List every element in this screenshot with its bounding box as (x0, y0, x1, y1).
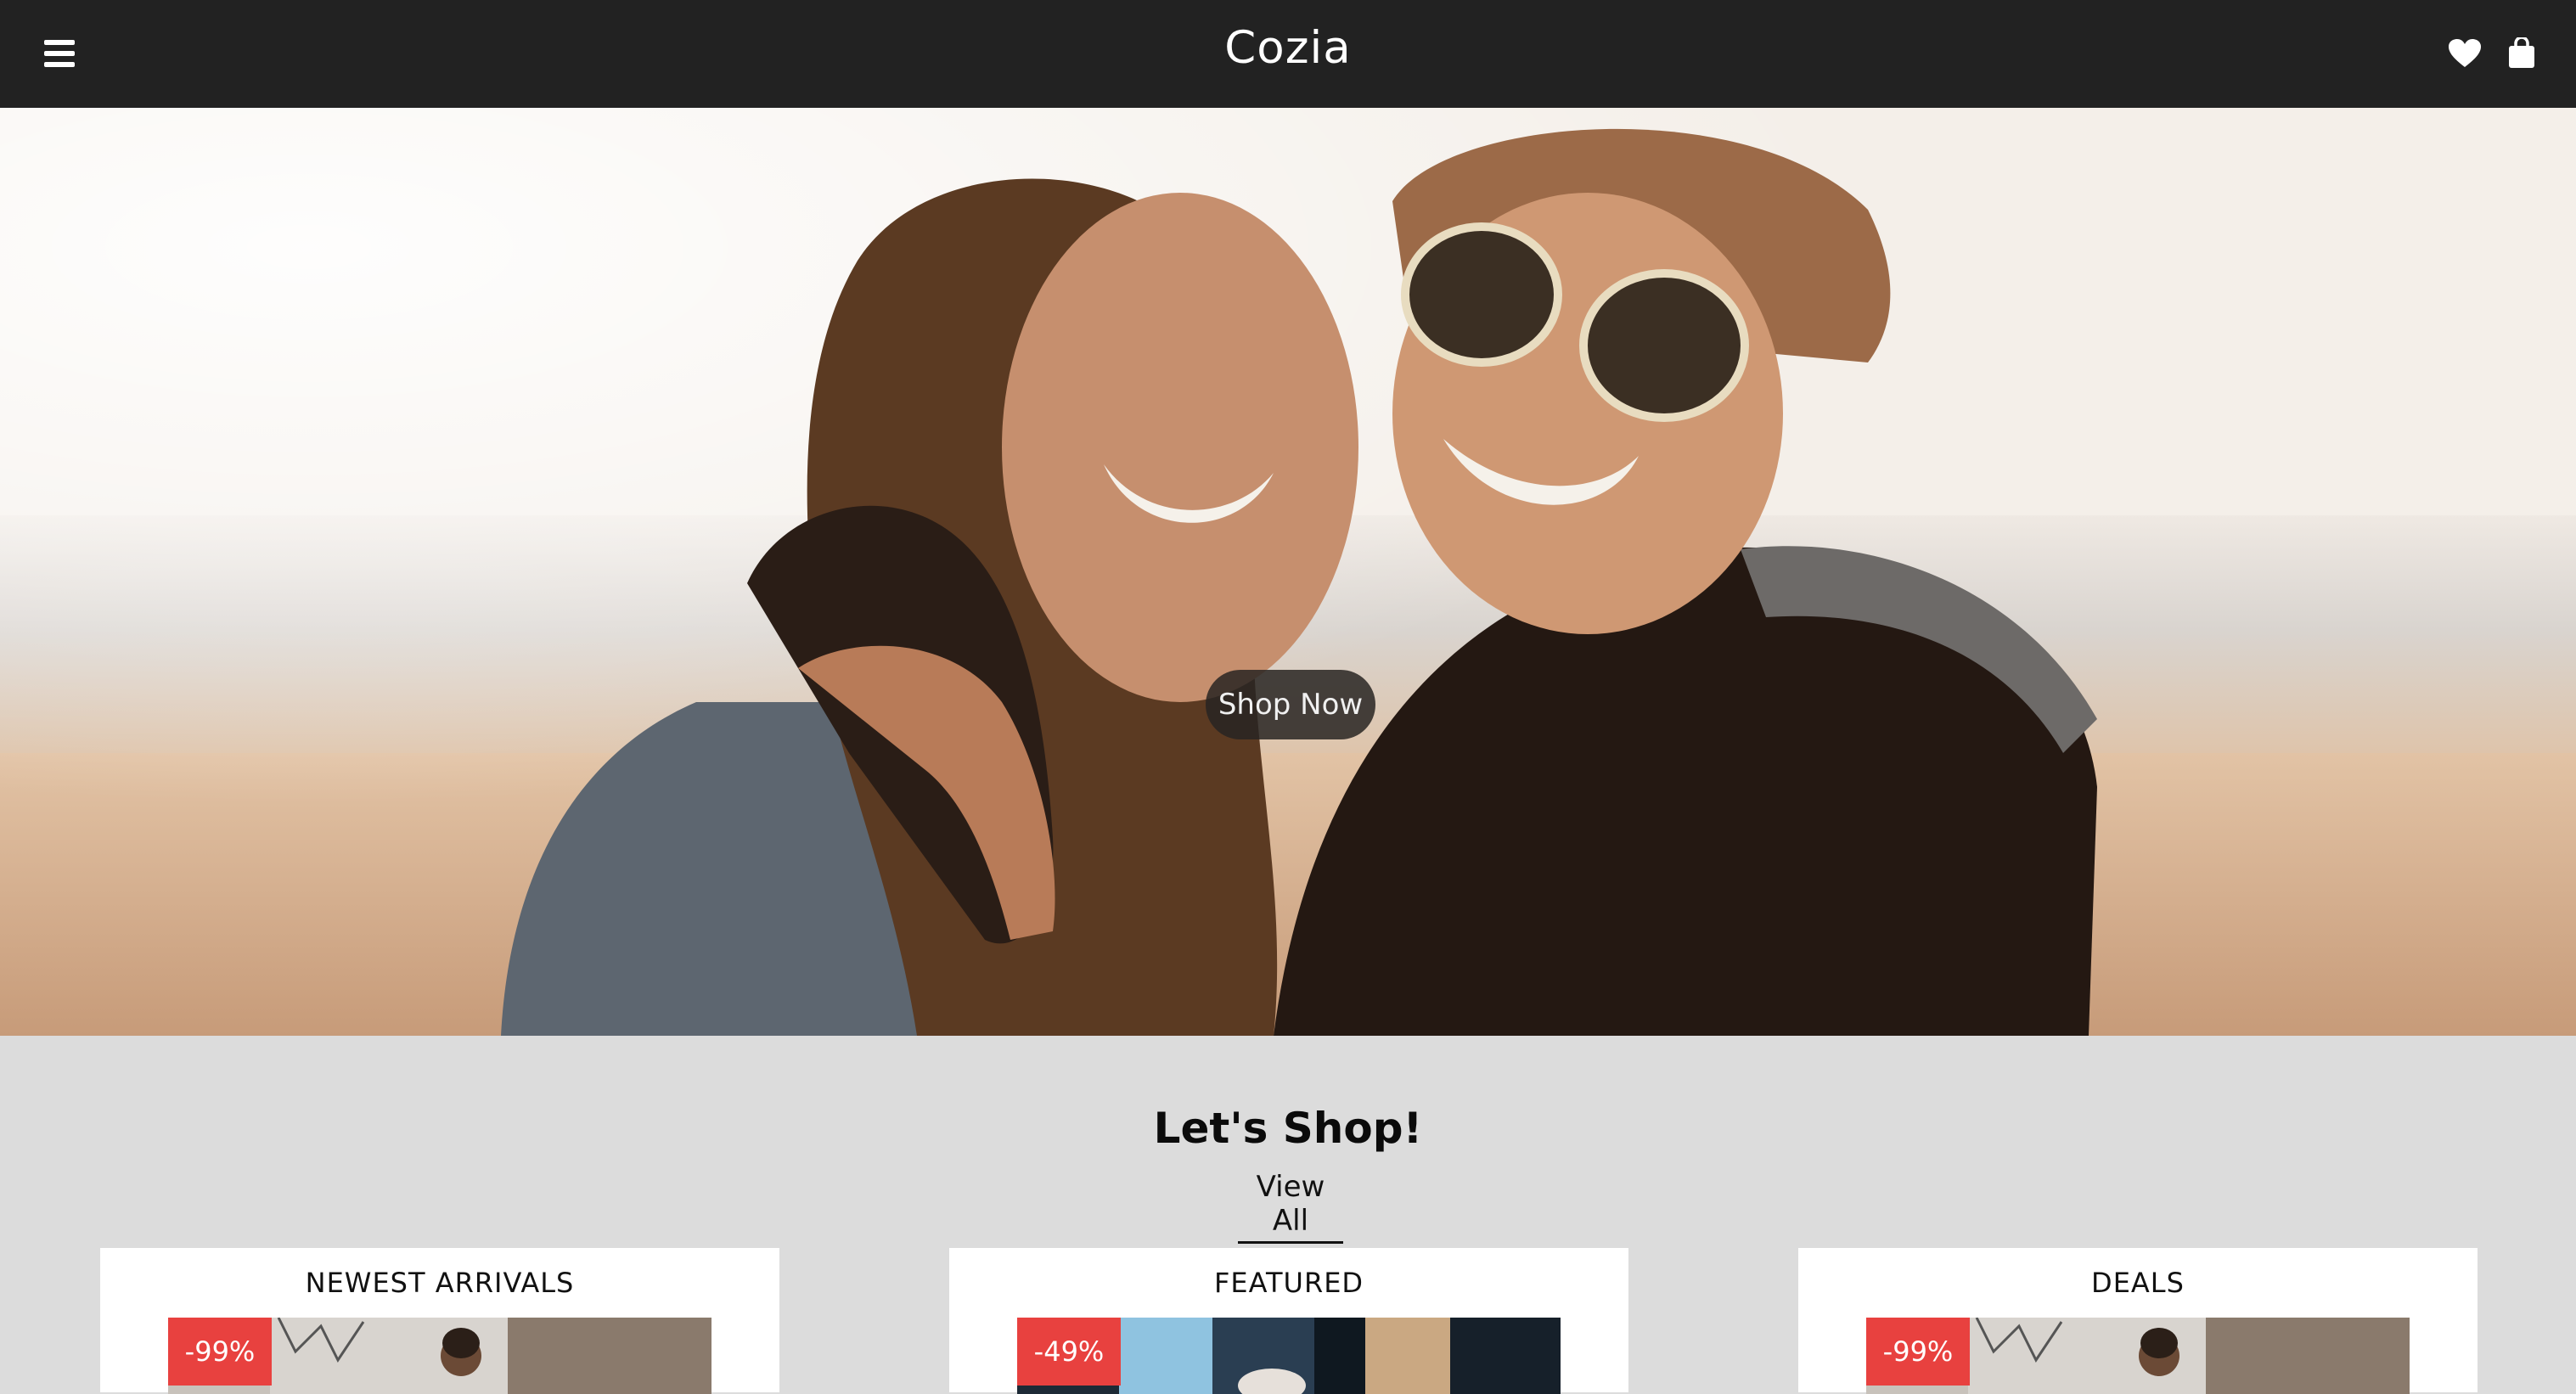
hero-photo (0, 108, 2576, 1036)
heart-icon[interactable] (2449, 39, 2481, 68)
discount-badge: -49% (1017, 1318, 1121, 1386)
shop-now-button[interactable]: Shop Now (1206, 670, 1375, 739)
category-card-newest-arrivals[interactable]: NEWEST ARRIVALS -99% (100, 1248, 779, 1394)
discount-badge: -99% (1866, 1318, 1970, 1386)
card-title: NEWEST ARRIVALS (305, 1267, 575, 1299)
category-card-deals[interactable]: DEALS -99% (1798, 1248, 2478, 1394)
section-title: Let's Shop! (1153, 1104, 1423, 1153)
category-card-featured[interactable]: FEATURED -49% (949, 1248, 1628, 1394)
discount-badge: -99% (168, 1318, 272, 1386)
brand-logo[interactable]: Cozia (0, 22, 2576, 74)
shopping-bag-icon[interactable] (2508, 36, 2535, 68)
top-navbar: Cozia (0, 0, 2576, 108)
card-title: FEATURED (1213, 1267, 1364, 1299)
card-title: DEALS (2091, 1267, 2185, 1299)
view-all-link[interactable]: View All (1238, 1170, 1343, 1244)
hero-banner: Shop Now (0, 108, 2576, 1036)
